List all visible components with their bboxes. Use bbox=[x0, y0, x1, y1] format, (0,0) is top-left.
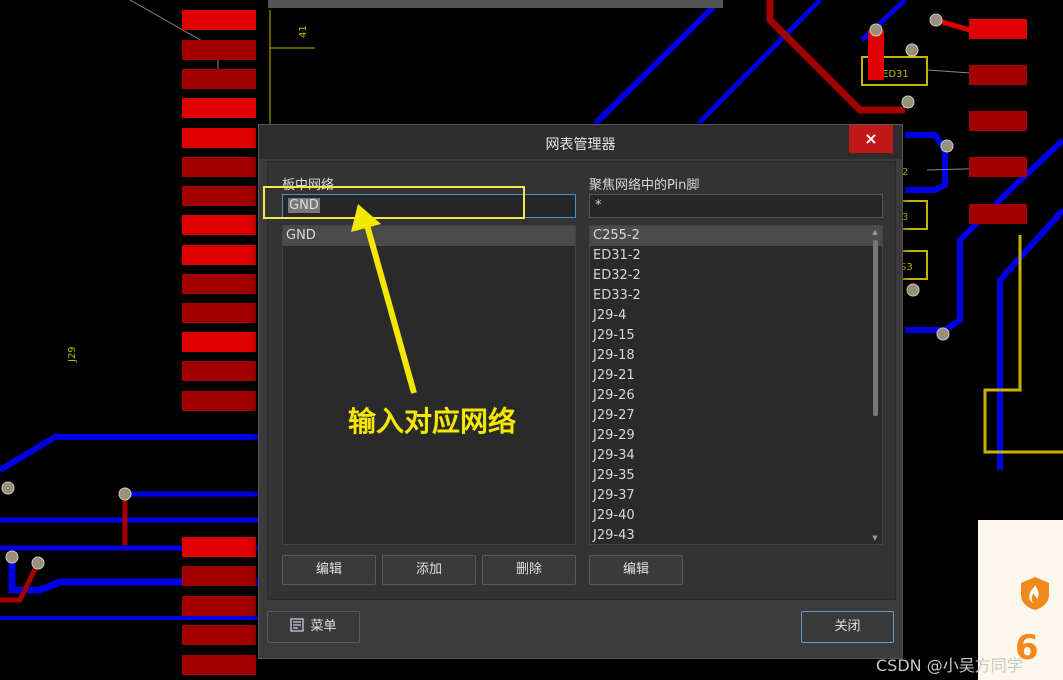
csdn-watermark: CSDN @小吴方同学 bbox=[876, 656, 1023, 675]
flame-badge-icon bbox=[1021, 577, 1049, 610]
annotation-text: 输入对应网络 bbox=[348, 405, 517, 438]
annotation-arrow bbox=[351, 204, 417, 394]
